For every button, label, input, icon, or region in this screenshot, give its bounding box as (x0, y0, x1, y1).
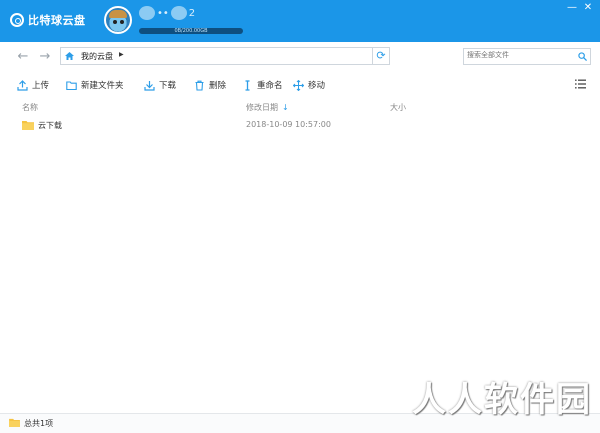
upload-icon (17, 79, 28, 91)
move-icon (293, 79, 304, 91)
forward-button[interactable]: → (36, 48, 54, 66)
logo-icon (10, 13, 24, 27)
upload-button[interactable]: 上传 (17, 76, 49, 94)
breadcrumb-my-cloud[interactable]: 我的云盘 (81, 51, 113, 62)
toolbar: 上传 新建文件夹 下载 删除 重命名 移动 (0, 76, 600, 94)
trash-icon (195, 80, 204, 91)
download-icon (144, 80, 155, 91)
column-header-modified-label: 修改日期 (246, 103, 278, 112)
rename-label: 重命名 (257, 81, 283, 91)
download-button[interactable]: 下载 (144, 76, 176, 94)
text-cursor-icon (245, 79, 250, 91)
watermark: 人人软件园 (412, 380, 592, 420)
app-logo: 比特球云盘 (10, 12, 86, 28)
upload-label: 上传 (32, 81, 50, 91)
list-view-icon[interactable] (575, 79, 586, 89)
refresh-button[interactable]: ⟳ (372, 48, 389, 64)
new-folder-icon (66, 80, 77, 90)
search-box[interactable] (463, 48, 591, 65)
item-count: 总共1项 (24, 419, 54, 428)
storage-bar: 0B/200.00GB (139, 28, 243, 34)
home-icon[interactable] (65, 52, 74, 60)
delete-button[interactable]: 删除 (194, 76, 226, 94)
column-header-name[interactable]: 名称 (22, 102, 38, 113)
file-name[interactable]: 云下载 (38, 120, 62, 131)
rename-button[interactable]: 重命名 (242, 76, 283, 94)
column-header-size[interactable]: 大小 (390, 102, 406, 113)
column-header-modified[interactable]: 修改日期 ↓ (246, 102, 289, 113)
folder-icon (9, 418, 20, 427)
username[interactable]: •• 2 (139, 6, 195, 20)
search-icon[interactable] (578, 52, 587, 61)
table-row[interactable]: 云下载 2018-10-09 10:57:00 (0, 117, 600, 133)
sort-arrow-icon: ↓ (282, 103, 289, 112)
username-suffix: 2 (188, 7, 196, 19)
window-controls: — ✕ (564, 0, 596, 16)
app-title: 比特球云盘 (28, 14, 86, 27)
address-bar[interactable]: 我的云盘 ▶ ⟳ (60, 47, 390, 65)
download-label: 下载 (159, 81, 177, 91)
avatar[interactable] (104, 6, 132, 34)
close-button[interactable]: ✕ (580, 0, 596, 16)
new-folder-label: 新建文件夹 (81, 81, 124, 91)
new-folder-button[interactable]: 新建文件夹 (66, 76, 124, 94)
username-blur (170, 6, 187, 20)
username-blur (139, 6, 155, 20)
storage-text: 0B/200.00GB (174, 28, 208, 34)
folder-icon (22, 121, 34, 130)
file-modified: 2018-10-09 10:57:00 (246, 120, 331, 129)
breadcrumb-arrow-icon[interactable]: ▶ (119, 51, 124, 58)
back-button[interactable]: ← (14, 48, 32, 66)
move-button[interactable]: 移动 (293, 76, 325, 94)
move-label: 移动 (308, 81, 326, 91)
delete-label: 删除 (209, 81, 227, 91)
search-input[interactable] (467, 51, 567, 59)
minimize-button[interactable]: — (564, 0, 580, 16)
title-bar: 比特球云盘 •• 2 0B/200.00GB — ✕ (0, 0, 600, 42)
